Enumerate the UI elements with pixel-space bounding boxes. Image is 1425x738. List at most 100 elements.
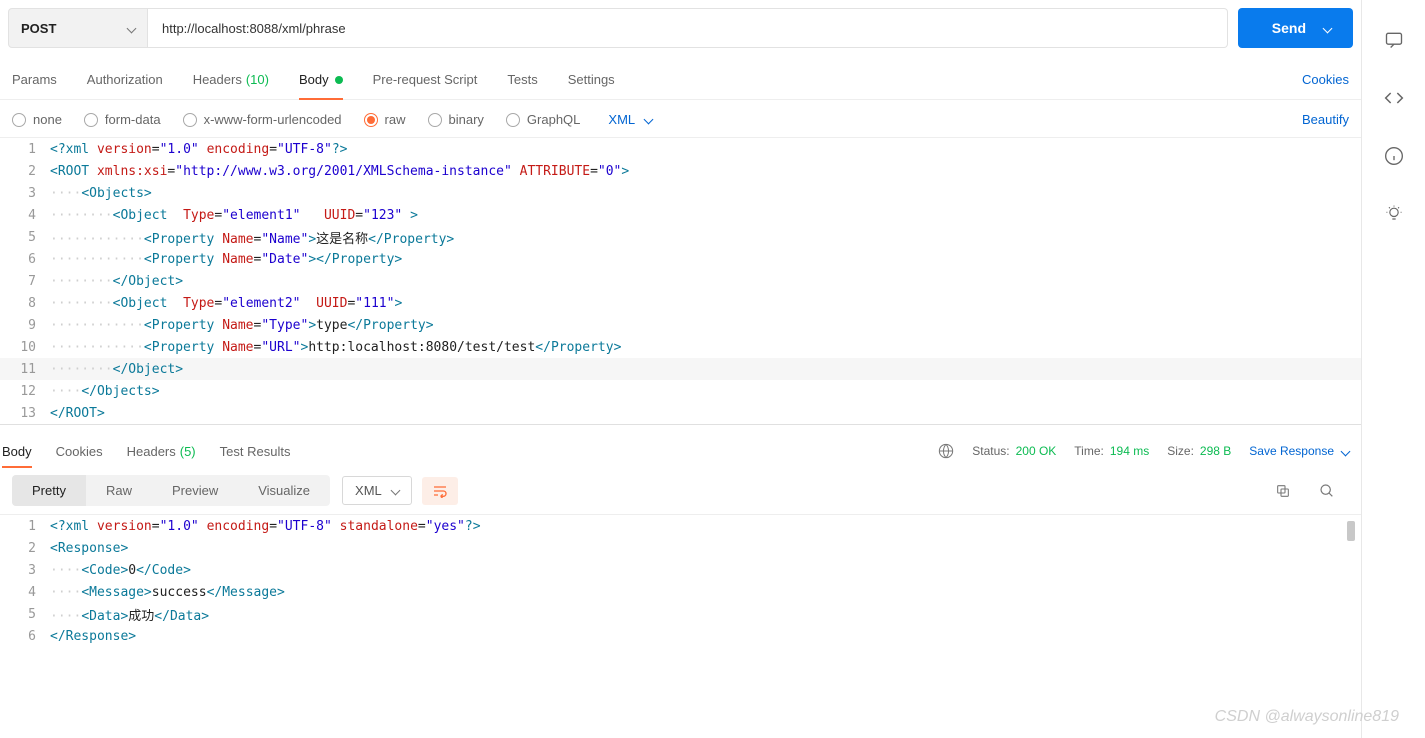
radio-raw[interactable]: raw — [364, 112, 406, 127]
body-type-row: none form-data x-www-form-urlencoded raw… — [0, 100, 1361, 137]
line-number: 12 — [0, 384, 50, 399]
code-line[interactable]: 2<Response> — [0, 537, 1361, 559]
code-line[interactable]: 1<?xml version="1.0" encoding="UTF-8" st… — [0, 515, 1361, 537]
info-icon[interactable] — [1384, 146, 1404, 166]
time-label: Time: — [1074, 444, 1104, 458]
line-number: 1 — [0, 142, 50, 157]
radio-form-data[interactable]: form-data — [84, 112, 161, 127]
wrap-lines-button[interactable] — [422, 477, 458, 505]
method-value: POST — [21, 21, 56, 36]
tab-tests[interactable]: Tests — [507, 60, 537, 99]
line-number: 11 — [0, 362, 50, 377]
response-view-segment: Pretty Raw Preview Visualize — [12, 475, 330, 506]
tab-params[interactable]: Params — [12, 60, 57, 99]
right-rail — [1362, 0, 1425, 738]
resp-tab-headers[interactable]: Headers(5) — [127, 435, 196, 467]
code-line[interactable]: 7········</Object> — [0, 270, 1361, 292]
code-line[interactable]: 11········</Object> — [0, 358, 1361, 380]
line-number: 5 — [0, 607, 50, 622]
radio-xwww[interactable]: x-www-form-urlencoded — [183, 112, 342, 127]
radio-none[interactable]: none — [12, 112, 62, 127]
resp-tab-test-results[interactable]: Test Results — [220, 435, 291, 467]
beautify-link[interactable]: Beautify — [1302, 112, 1349, 127]
line-number: 3 — [0, 186, 50, 201]
url-value: http://localhost:8088/xml/phrase — [162, 21, 346, 36]
tab-headers[interactable]: Headers(10) — [193, 60, 269, 99]
chevron-down-icon — [127, 23, 137, 33]
status-value: 200 OK — [1016, 444, 1057, 458]
line-number: 9 — [0, 318, 50, 333]
line-number: 4 — [0, 208, 50, 223]
chevron-down-icon — [390, 486, 400, 496]
code-line[interactable]: 2<ROOT xmlns:xsi="http://www.w3.org/2001… — [0, 160, 1361, 182]
response-format-select[interactable]: XML — [342, 476, 412, 505]
line-number: 8 — [0, 296, 50, 311]
code-line[interactable]: 9············<Property Name="Type">type<… — [0, 314, 1361, 336]
response-body-viewer[interactable]: 1<?xml version="1.0" encoding="UTF-8" st… — [0, 514, 1361, 647]
code-content: ····</Objects> — [50, 384, 160, 399]
url-input[interactable]: http://localhost:8088/xml/phrase — [148, 8, 1228, 48]
view-pretty[interactable]: Pretty — [12, 475, 86, 506]
tab-authorization[interactable]: Authorization — [87, 60, 163, 99]
tab-body[interactable]: Body — [299, 60, 343, 99]
copy-icon[interactable] — [1275, 483, 1291, 499]
code-line[interactable]: 3····<Objects> — [0, 182, 1361, 204]
radio-graphql[interactable]: GraphQL — [506, 112, 580, 127]
resp-tab-body[interactable]: Body — [2, 435, 32, 467]
code-line[interactable]: 4····<Message>success</Message> — [0, 581, 1361, 603]
watermark: CSDN @alwaysonline819 — [1215, 708, 1399, 726]
code-line[interactable]: 4········<Object Type="element1" UUID="1… — [0, 204, 1361, 226]
line-number: 3 — [0, 563, 50, 578]
code-line[interactable]: 8········<Object Type="element2" UUID="1… — [0, 292, 1361, 314]
tab-prerequest[interactable]: Pre-request Script — [373, 60, 478, 99]
code-line[interactable]: 1<?xml version="1.0" encoding="UTF-8"?> — [0, 138, 1361, 160]
request-tabs: Params Authorization Headers(10) Body Pr… — [0, 60, 1361, 100]
code-content: <ROOT xmlns:xsi="http://www.w3.org/2001/… — [50, 164, 629, 179]
line-number: 2 — [0, 541, 50, 556]
code-line[interactable]: 12····</Objects> — [0, 380, 1361, 402]
code-line[interactable]: 10············<Property Name="URL">http:… — [0, 336, 1361, 358]
request-body-editor[interactable]: 1<?xml version="1.0" encoding="UTF-8"?>2… — [0, 137, 1361, 424]
cookies-link[interactable]: Cookies — [1302, 72, 1349, 87]
code-content: ············<Property Name="URL">http:lo… — [50, 340, 621, 355]
save-response-button[interactable]: Save Response — [1249, 444, 1349, 458]
code-line[interactable]: 5····<Data>成功</Data> — [0, 603, 1361, 625]
code-content: ············<Property Name="Type">type</… — [50, 318, 434, 333]
line-number: 1 — [0, 519, 50, 534]
request-bar: POST http://localhost:8088/xml/phrase Se… — [0, 0, 1361, 60]
view-raw[interactable]: Raw — [86, 475, 152, 506]
send-label: Send — [1272, 20, 1306, 36]
globe-icon[interactable] — [938, 443, 954, 459]
code-icon[interactable] — [1384, 88, 1404, 108]
code-line[interactable]: 3····<Code>0</Code> — [0, 559, 1361, 581]
body-language-select[interactable]: XML — [608, 112, 652, 127]
view-visualize[interactable]: Visualize — [238, 475, 330, 506]
code-content: ····<Objects> — [50, 186, 152, 201]
search-icon[interactable] — [1319, 483, 1335, 499]
code-content: <?xml version="1.0" encoding="UTF-8" sta… — [50, 519, 481, 534]
resp-tab-cookies[interactable]: Cookies — [56, 435, 103, 467]
code-line[interactable]: 6</Response> — [0, 625, 1361, 647]
view-preview[interactable]: Preview — [152, 475, 238, 506]
comments-icon[interactable] — [1384, 30, 1404, 50]
bulb-icon[interactable] — [1384, 204, 1404, 224]
response-section: Body Cookies Headers(5) Test Results Sta… — [0, 424, 1361, 647]
chevron-down-icon — [1323, 23, 1333, 33]
line-number: 7 — [0, 274, 50, 289]
time-value: 194 ms — [1110, 444, 1149, 458]
send-button[interactable]: Send — [1238, 8, 1353, 48]
line-number: 13 — [0, 406, 50, 421]
code-content: </ROOT> — [50, 406, 105, 421]
code-line[interactable]: 5············<Property Name="Name">这是名称<… — [0, 226, 1361, 248]
code-line[interactable]: 6············<Property Name="Date"></Pro… — [0, 248, 1361, 270]
method-select[interactable]: POST — [8, 8, 148, 48]
size-label: Size: — [1167, 444, 1194, 458]
scrollbar-thumb[interactable] — [1347, 521, 1355, 541]
line-number: 6 — [0, 629, 50, 644]
line-number: 6 — [0, 252, 50, 267]
code-line[interactable]: 13</ROOT> — [0, 402, 1361, 424]
status-label: Status: — [972, 444, 1009, 458]
line-number: 10 — [0, 340, 50, 355]
radio-binary[interactable]: binary — [428, 112, 484, 127]
tab-settings[interactable]: Settings — [568, 60, 615, 99]
